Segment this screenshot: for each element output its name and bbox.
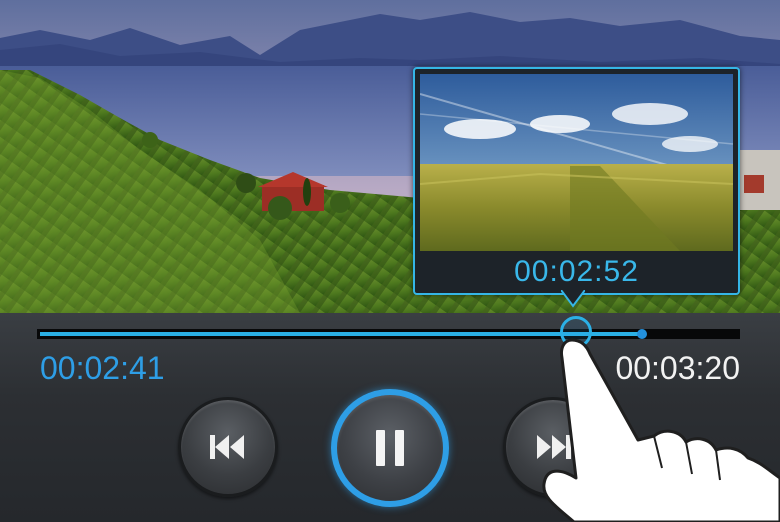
- preview-pointer: [561, 290, 585, 308]
- wheat-field-thumbnail: [420, 74, 733, 251]
- previous-button[interactable]: [178, 397, 278, 497]
- preview-thumbnail: [420, 74, 733, 251]
- skip-previous-icon: [210, 435, 244, 459]
- preview-time-label: 00:02:52: [514, 255, 639, 288]
- seek-preview-popup: 00:02:52: [413, 67, 740, 295]
- pause-icon: [376, 430, 404, 466]
- touch-hand-icon: [542, 338, 780, 522]
- play-pause-button[interactable]: [331, 389, 449, 507]
- current-time: 00:02:41: [40, 350, 165, 386]
